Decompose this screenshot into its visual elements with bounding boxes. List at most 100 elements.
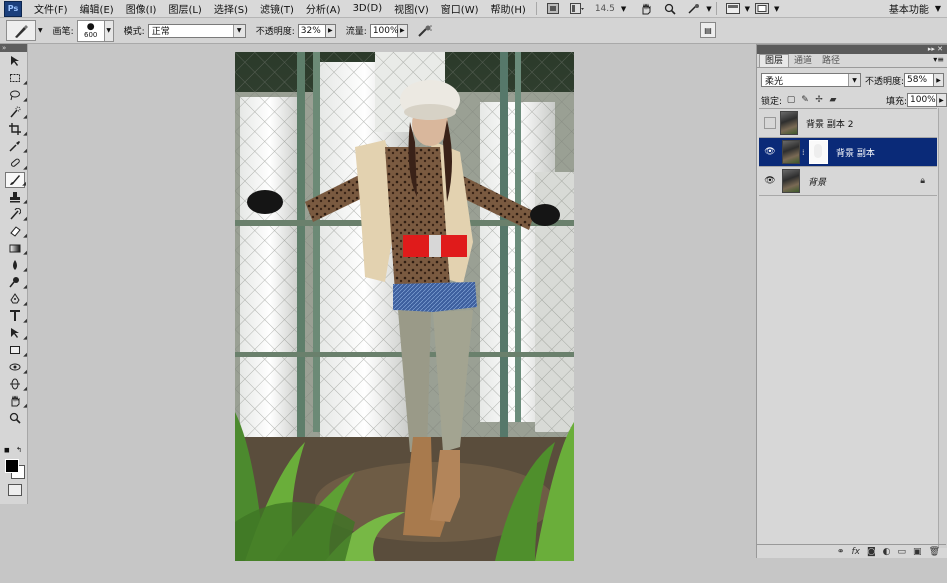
history-brush-tool-icon[interactable]: ◢ [5,206,27,222]
quick-selection-tool-icon[interactable]: ◢ [5,104,27,120]
lasso-tool-icon[interactable]: ◢ [5,87,27,103]
layers-list: 背景 副本 2 👁 ⁞ 背景 副本 👁 背景 🔒︎ [759,108,937,196]
opacity-slider-toggle[interactable]: ▶ [325,23,336,38]
panel-collapse-icon[interactable]: ▸▸ ✕ [757,45,947,54]
layer-row[interactable]: 👁 背景 🔒︎ [759,167,937,196]
rotate-view-icon[interactable] [685,2,703,15]
airbrush-icon[interactable] [416,22,434,40]
flow-slider-toggle[interactable]: ▶ [397,23,408,38]
move-tool-icon[interactable] [5,53,25,69]
delete-layer-icon[interactable]: 🗑︎ [929,547,940,557]
document-image[interactable] [235,52,574,561]
blend-mode-select[interactable]: 正常 ▼ [147,23,246,38]
healing-brush-tool-icon[interactable]: ◢ [5,155,27,171]
eye-icon[interactable]: 👁 [762,144,778,160]
marquee-tool-icon[interactable]: ◢ [5,70,27,86]
default-colors-icon[interactable]: ◼ [4,446,10,454]
tab-channels[interactable]: 通道 [789,55,817,67]
menu-layer[interactable]: 图层(L) [162,1,207,16]
eraser-tool-icon[interactable]: ◢ [5,223,27,239]
menu-separator [535,2,537,15]
lock-all-icon[interactable]: ▰ [828,95,838,105]
eyedropper-tool-icon[interactable]: ◢ [5,138,27,154]
menu-view[interactable]: 视图(V) [388,1,435,16]
brush-panel-toggle-icon[interactable]: ▤ [700,22,716,38]
layer-opacity-slider-toggle[interactable]: ▶ [934,73,945,87]
lock-transparent-icon[interactable]: ▢ [786,95,796,105]
arrange-dropdown-icon[interactable]: ▼ [745,5,750,13]
visibility-toggle-off[interactable] [764,117,776,129]
screen-mode-dropdown-icon[interactable]: ▼ [774,5,779,13]
screen-mode-icon[interactable] [753,2,771,15]
swap-colors-icon[interactable]: ↰ [16,446,22,454]
menu-analysis[interactable]: 分析(A) [300,1,347,16]
new-group-icon[interactable]: ▭ [898,547,907,557]
path-selection-tool-icon[interactable]: ◢ [5,325,27,341]
menu-3d[interactable]: 3D(D) [347,3,389,14]
workspace-switcher[interactable]: 基本功能 ▼ [889,0,941,17]
layer-row-selected[interactable]: 👁 ⁞ 背景 副本 [759,138,937,167]
link-layers-icon[interactable]: ⚭ [837,547,845,557]
panel-tabs: 图层 通道 路径 ▾≡ [757,54,947,68]
quick-mask-icon[interactable] [8,484,22,496]
brush-picker[interactable]: ● 600 [76,19,105,42]
brush-dropdown[interactable]: ▼ [104,19,114,42]
zoom-tool-icon[interactable] [661,2,679,15]
hand-tool-icon[interactable] [637,2,655,15]
menu-file[interactable]: 文件(F) [28,1,74,16]
add-mask-icon[interactable]: ◙ [867,547,876,557]
layer-blend-mode-select[interactable]: 柔光 ▼ [761,73,861,87]
pen-tool-icon[interactable]: ◢ [5,291,27,307]
lock-position-icon[interactable]: ✢ [814,95,824,105]
crop-tool-icon[interactable]: ◢ [5,121,27,137]
flow-input[interactable]: 100% [369,23,399,38]
layer-opacity-input[interactable]: 58% [904,73,935,87]
clone-stamp-tool-icon[interactable]: ◢ [5,189,27,205]
bridge-icon[interactable] [544,2,562,15]
toolbox-collapse-icon[interactable]: » [0,44,27,52]
hand-tool-icon-2[interactable]: ◢ [5,393,27,409]
tab-paths[interactable]: 路径 [817,55,845,67]
blur-tool-icon[interactable]: ◢ [5,257,27,273]
adjustment-layer-icon[interactable]: ◐ [883,547,891,557]
zoom-dropdown-icon[interactable]: ▼ [621,5,626,13]
menu-select[interactable]: 选择(S) [208,1,254,16]
mini-bridge-icon[interactable] [568,2,586,15]
gradient-tool-icon[interactable]: ◢ [5,240,27,256]
menu-bar: Ps 文件(F) 编辑(E) 图像(I) 图层(L) 选择(S) 滤镜(T) 分… [0,0,947,18]
brush-tool-icon[interactable]: ◢ [5,172,26,188]
layers-scrollbar[interactable] [938,108,947,548]
opacity-input[interactable]: 32% [297,23,326,38]
mask-link-icon[interactable]: ⁞ [802,148,809,157]
tool-preset-dropdown-icon[interactable]: ▼ [38,27,43,34]
dodge-tool-icon[interactable]: ◢ [5,274,27,290]
zoom-tool-icon-2[interactable] [5,410,25,426]
fill-slider-toggle[interactable]: ▶ [936,93,947,107]
menu-help[interactable]: 帮助(H) [485,1,532,16]
layer-row[interactable]: 背景 副本 2 [759,109,937,138]
menu-image[interactable]: 图像(I) [120,1,163,16]
shape-tool-icon[interactable]: ◢ [5,342,27,358]
fill-input[interactable]: 100% [907,93,937,107]
new-layer-icon[interactable]: ▣ [913,547,922,557]
3d-rotate-tool-icon[interactable]: ◢ [5,359,27,375]
chevron-down-icon: ▼ [232,24,245,37]
panel-menu-icon[interactable]: ▾≡ [933,55,944,64]
layer-style-icon[interactable]: fx [851,547,860,557]
arrange-documents-icon[interactable] [724,2,742,15]
layer-name: 背景 [808,177,827,188]
rotate-dropdown-icon[interactable]: ▼ [706,5,711,13]
foreground-color-swatch[interactable] [5,459,19,473]
menu-edit[interactable]: 编辑(E) [74,1,120,16]
type-tool-icon[interactable]: ◢ [5,308,27,324]
menu-window[interactable]: 窗口(W) [435,1,485,16]
eye-icon[interactable]: 👁 [762,173,778,189]
3d-orbit-tool-icon[interactable]: ◢ [5,376,27,392]
lock-image-icon[interactable]: ✎ [800,95,810,105]
tab-layers[interactable]: 图层 [759,54,790,67]
menu-filter[interactable]: 滤镜(T) [254,1,300,16]
brush-preset-icon [15,24,28,38]
tool-preset-picker[interactable] [6,20,36,41]
layer-mask-thumbnail[interactable] [809,140,828,164]
zoom-level[interactable]: 14.5 [595,4,615,14]
